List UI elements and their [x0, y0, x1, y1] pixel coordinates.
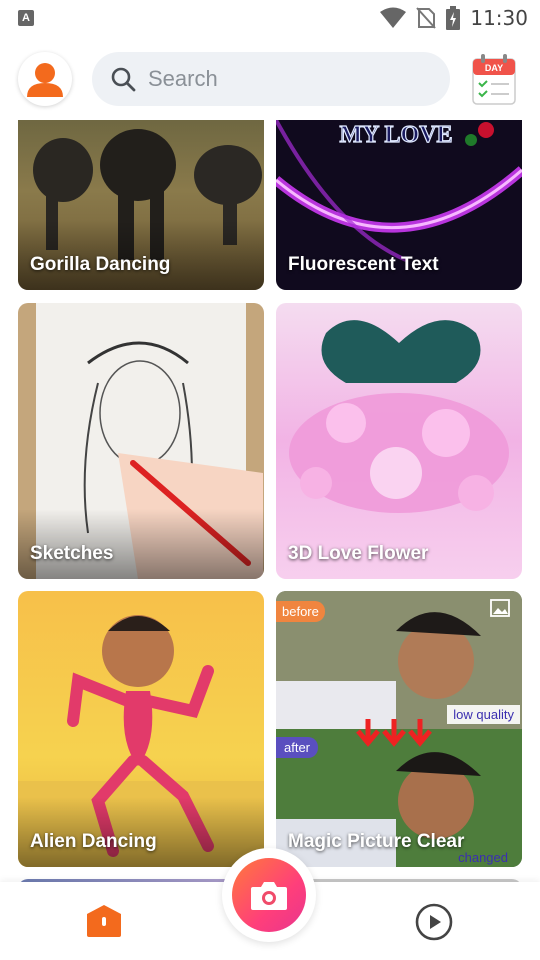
top-bar: Search DAY: [0, 44, 540, 114]
no-sim-icon: [416, 7, 437, 29]
card-label: Sketches: [30, 543, 114, 564]
low-quality-badge: low quality: [447, 705, 520, 724]
card-label: Fluorescent Text: [288, 254, 439, 275]
card-gorilla-dancing[interactable]: Gorilla Dancing: [18, 120, 264, 290]
calendar-icon[interactable]: DAY: [472, 53, 516, 105]
after-badge: after: [276, 737, 319, 758]
effects-grid: Gorilla Dancing MY LOVE Fluorescent Text: [0, 120, 540, 882]
camera-button-inner: [232, 858, 306, 932]
card-image: [276, 591, 522, 867]
search-bar[interactable]: Search: [92, 52, 450, 106]
notification-icon: A: [18, 10, 34, 26]
calendar-label: DAY: [485, 63, 503, 73]
card-overlay-text: MY LOVE: [339, 122, 452, 148]
changed-badge: changed: [458, 850, 508, 865]
card-alien-dancing[interactable]: Alien Dancing: [18, 591, 264, 867]
user-icon: [27, 63, 63, 97]
card-3d-love-flower[interactable]: 3D Love Flower: [276, 303, 522, 579]
card-image: [289, 320, 509, 513]
status-time: 11:30: [470, 6, 528, 30]
avatar[interactable]: [18, 52, 72, 106]
battery-icon: [446, 6, 461, 30]
before-badge: before: [276, 601, 325, 622]
home-icon: [87, 905, 121, 937]
card-label: 3D Love Flower: [288, 543, 429, 564]
search-placeholder: Search: [148, 66, 218, 91]
camera-button[interactable]: [222, 848, 316, 942]
app-screen: A 11:30 Search DAY Gorilla Dancing MY LO…: [0, 0, 540, 960]
card-sketches[interactable]: Sketches: [18, 303, 264, 579]
status-bar: A 11:30: [0, 0, 540, 36]
card-fluorescent-text[interactable]: MY LOVE Fluorescent Text: [276, 120, 522, 290]
play-icon[interactable]: [414, 902, 454, 942]
camera-icon: [251, 882, 287, 910]
card-label: Magic Picture Clear: [288, 831, 465, 852]
card-label: Alien Dancing: [30, 831, 157, 852]
nav-home[interactable]: [82, 900, 126, 942]
search-icon: [111, 67, 136, 92]
wifi-icon: [380, 7, 407, 28]
card-magic-picture-clear[interactable]: before low quality after Magic Picture C…: [276, 591, 522, 867]
image-icon: [490, 599, 510, 617]
card-label: Gorilla Dancing: [30, 254, 171, 275]
